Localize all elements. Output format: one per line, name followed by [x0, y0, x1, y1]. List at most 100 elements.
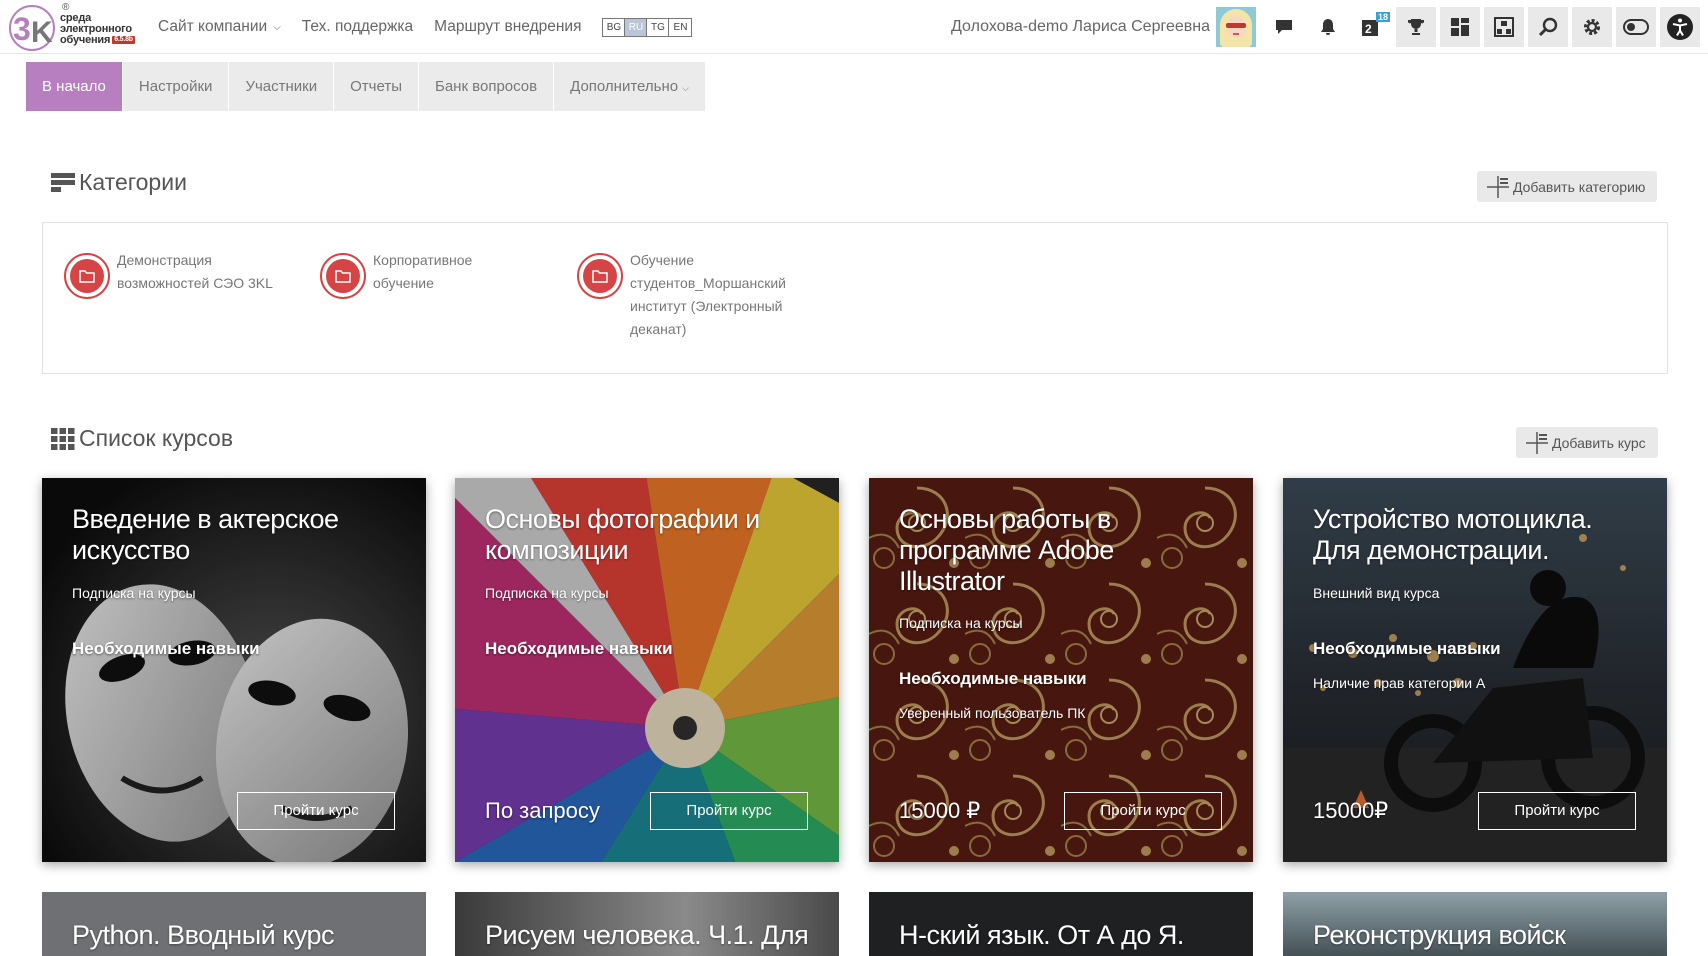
course-skills-label: Необходимые навыки — [485, 639, 673, 658]
start-course-button[interactable]: Пройти курс — [237, 792, 395, 830]
grid-icon — [51, 427, 75, 450]
category-label: Обучение студентов_Моршанский институт (Эл… — [630, 252, 786, 337]
course-card[interactable]: Рисуем человека. Ч.1. Для — [455, 892, 839, 956]
course-price: 15000₽ — [1313, 798, 1389, 823]
course-title: Основы фотографии и композиции — [485, 504, 760, 565]
courses-title: Список курсов — [79, 425, 234, 451]
course-skills: Уверенный пользователь ПК — [899, 705, 1086, 721]
tasks-button[interactable]: 2 18 — [1352, 7, 1392, 47]
toggle-icon — [1623, 19, 1649, 35]
course-price: По запросу — [485, 798, 600, 823]
category-label: Демонстрация возможностей СЭО 3KL — [117, 252, 273, 291]
svg-text:K: K — [31, 16, 53, 49]
lang-bg[interactable]: BG — [603, 18, 626, 36]
menu-question-bank[interactable]: Банк вопросов — [418, 62, 555, 111]
org-structure-icon — [1494, 17, 1514, 37]
course-skills-label: Необходимые навыки — [1313, 639, 1501, 658]
folder-icon — [64, 253, 110, 299]
course-card[interactable]: Реконструкция войск — [1283, 892, 1667, 956]
chevron-down-icon: ⌵ — [273, 22, 281, 33]
course-card[interactable]: Введение в актерское искусство Подписка н… — [42, 478, 426, 862]
categories-box: Демонстрация возможностей СЭО 3KL Корпора… — [42, 222, 1668, 374]
top-navigation: Сайт компании ⌵ Тех. поддержка Маршрут вн… — [158, 0, 693, 54]
dashboard-button[interactable] — [1440, 7, 1480, 47]
user-bar: Долохова-demo Лариса Сергеевна 2 18 — [951, 4, 1700, 50]
route-link[interactable]: Маршрут внедрения — [434, 18, 581, 36]
logo-3k-mark: 3 K — [9, 5, 55, 51]
folder-icon — [577, 253, 623, 299]
add-category-icon — [1487, 175, 1509, 198]
course-title: Реконструкция войск — [1313, 920, 1566, 950]
course-skills: Наличие прав категории А — [1313, 675, 1486, 691]
course-card[interactable]: Н-ский язык. От А до Я. — [869, 892, 1253, 956]
add-course-icon — [1526, 431, 1548, 454]
course-subtitle: Подписка на курсы — [485, 585, 609, 601]
category-item[interactable]: Демонстрация возможностей СЭО 3KL — [64, 252, 273, 299]
lang-en[interactable]: EN — [669, 19, 691, 36]
course-card[interactable]: Основы работы в программе Adobe Illustrato… — [869, 478, 1253, 862]
bell-icon — [1321, 19, 1335, 35]
category-label: Корпоративное обучение — [373, 252, 473, 291]
course-title: Рисуем человека. Ч.1. Для — [485, 920, 809, 950]
start-course-button[interactable]: Пройти курс — [1064, 792, 1222, 830]
category-item[interactable]: Обучение студентов_Моршанский институт (Эл… — [577, 252, 786, 341]
courses-header: Список курсов — [51, 425, 233, 452]
lang-tg[interactable]: TG — [647, 18, 670, 36]
company-site-link[interactable]: Сайт компании ⌵ — [158, 18, 281, 36]
course-price: 15000 ₽ — [899, 798, 981, 823]
list-icon — [51, 172, 75, 192]
course-skills-label: Необходимые навыки — [899, 669, 1087, 688]
categories-header: Категории — [51, 169, 187, 196]
start-course-button[interactable]: Пройти курс — [650, 792, 808, 830]
search-button[interactable] — [1528, 7, 1568, 47]
chevron-down-icon: ⌵ — [682, 83, 689, 93]
add-category-button[interactable]: Добавить категорию — [1477, 171, 1658, 202]
main-menu: В начало Настройки Участники Отчеты Банк… — [26, 62, 706, 111]
menu-more[interactable]: Дополнительно ⌵ — [554, 62, 706, 111]
course-card[interactable]: Устройство мотоцикла. Для демонстрации. В… — [1283, 478, 1667, 862]
theme-toggle-button[interactable] — [1616, 7, 1656, 47]
folder-icon — [320, 253, 366, 299]
achievements-button[interactable] — [1396, 7, 1436, 47]
messages-button[interactable] — [1264, 7, 1304, 47]
category-item[interactable]: Корпоративное обучение — [320, 252, 472, 299]
logo[interactable]: 3 K ® среда электронного обучения 6.5.8b — [8, 2, 143, 52]
dashboard-icon — [1451, 18, 1469, 36]
menu-home[interactable]: В начало — [26, 62, 123, 111]
logo-text: среда электронного обучения 6.5.8b — [60, 12, 135, 46]
course-card[interactable]: Основы фотографии и композиции Подписка н… — [455, 478, 839, 862]
accessibility-icon — [1667, 14, 1693, 40]
course-subtitle: Подписка на курсы — [899, 615, 1023, 631]
menu-reports[interactable]: Отчеты — [334, 62, 419, 111]
avatar[interactable] — [1216, 7, 1256, 47]
search-icon — [1538, 17, 1558, 37]
top-bar: 3 K ® среда электронного обучения 6.5.8b … — [0, 0, 1708, 54]
user-name[interactable]: Долохова-demo Лариса Сергеевна — [951, 18, 1210, 36]
accessibility-button[interactable] — [1660, 7, 1700, 47]
settings-button[interactable] — [1572, 7, 1612, 47]
course-card[interactable]: Python. Вводный курс — [42, 892, 426, 956]
support-link[interactable]: Тех. поддержка — [302, 18, 413, 36]
tasks-badge: 18 — [1375, 12, 1390, 22]
categories-title: Категории — [79, 169, 187, 195]
structure-button[interactable] — [1484, 7, 1524, 47]
language-switcher: BG RU TG EN — [602, 17, 693, 37]
course-skills-label: Необходимые навыки — [72, 639, 260, 658]
start-course-button[interactable]: Пройти курс — [1478, 792, 1636, 830]
trophy-icon — [1408, 19, 1424, 35]
lang-ru[interactable]: RU — [625, 18, 648, 36]
svg-text:3: 3 — [13, 11, 31, 47]
add-course-button[interactable]: Добавить курс — [1516, 427, 1658, 458]
logo-version: 6.5.8b — [112, 36, 135, 45]
course-subtitle: Подписка на курсы — [72, 585, 196, 601]
svg-text:2: 2 — [1365, 22, 1372, 36]
menu-settings[interactable]: Настройки — [122, 62, 230, 111]
notifications-button[interactable] — [1308, 7, 1348, 47]
course-title: Н-ский язык. От А до Я. — [899, 920, 1184, 950]
menu-participants[interactable]: Участники — [229, 62, 335, 111]
course-subtitle: Внешний вид курса — [1313, 585, 1440, 601]
course-title: Введение в актерское искусство — [72, 504, 339, 565]
course-title: Устройство мотоцикла. Для демонстрации. — [1313, 504, 1593, 565]
gear-icon — [1584, 19, 1600, 35]
course-title: Основы работы в программе Adobe Illustrato… — [899, 504, 1114, 596]
